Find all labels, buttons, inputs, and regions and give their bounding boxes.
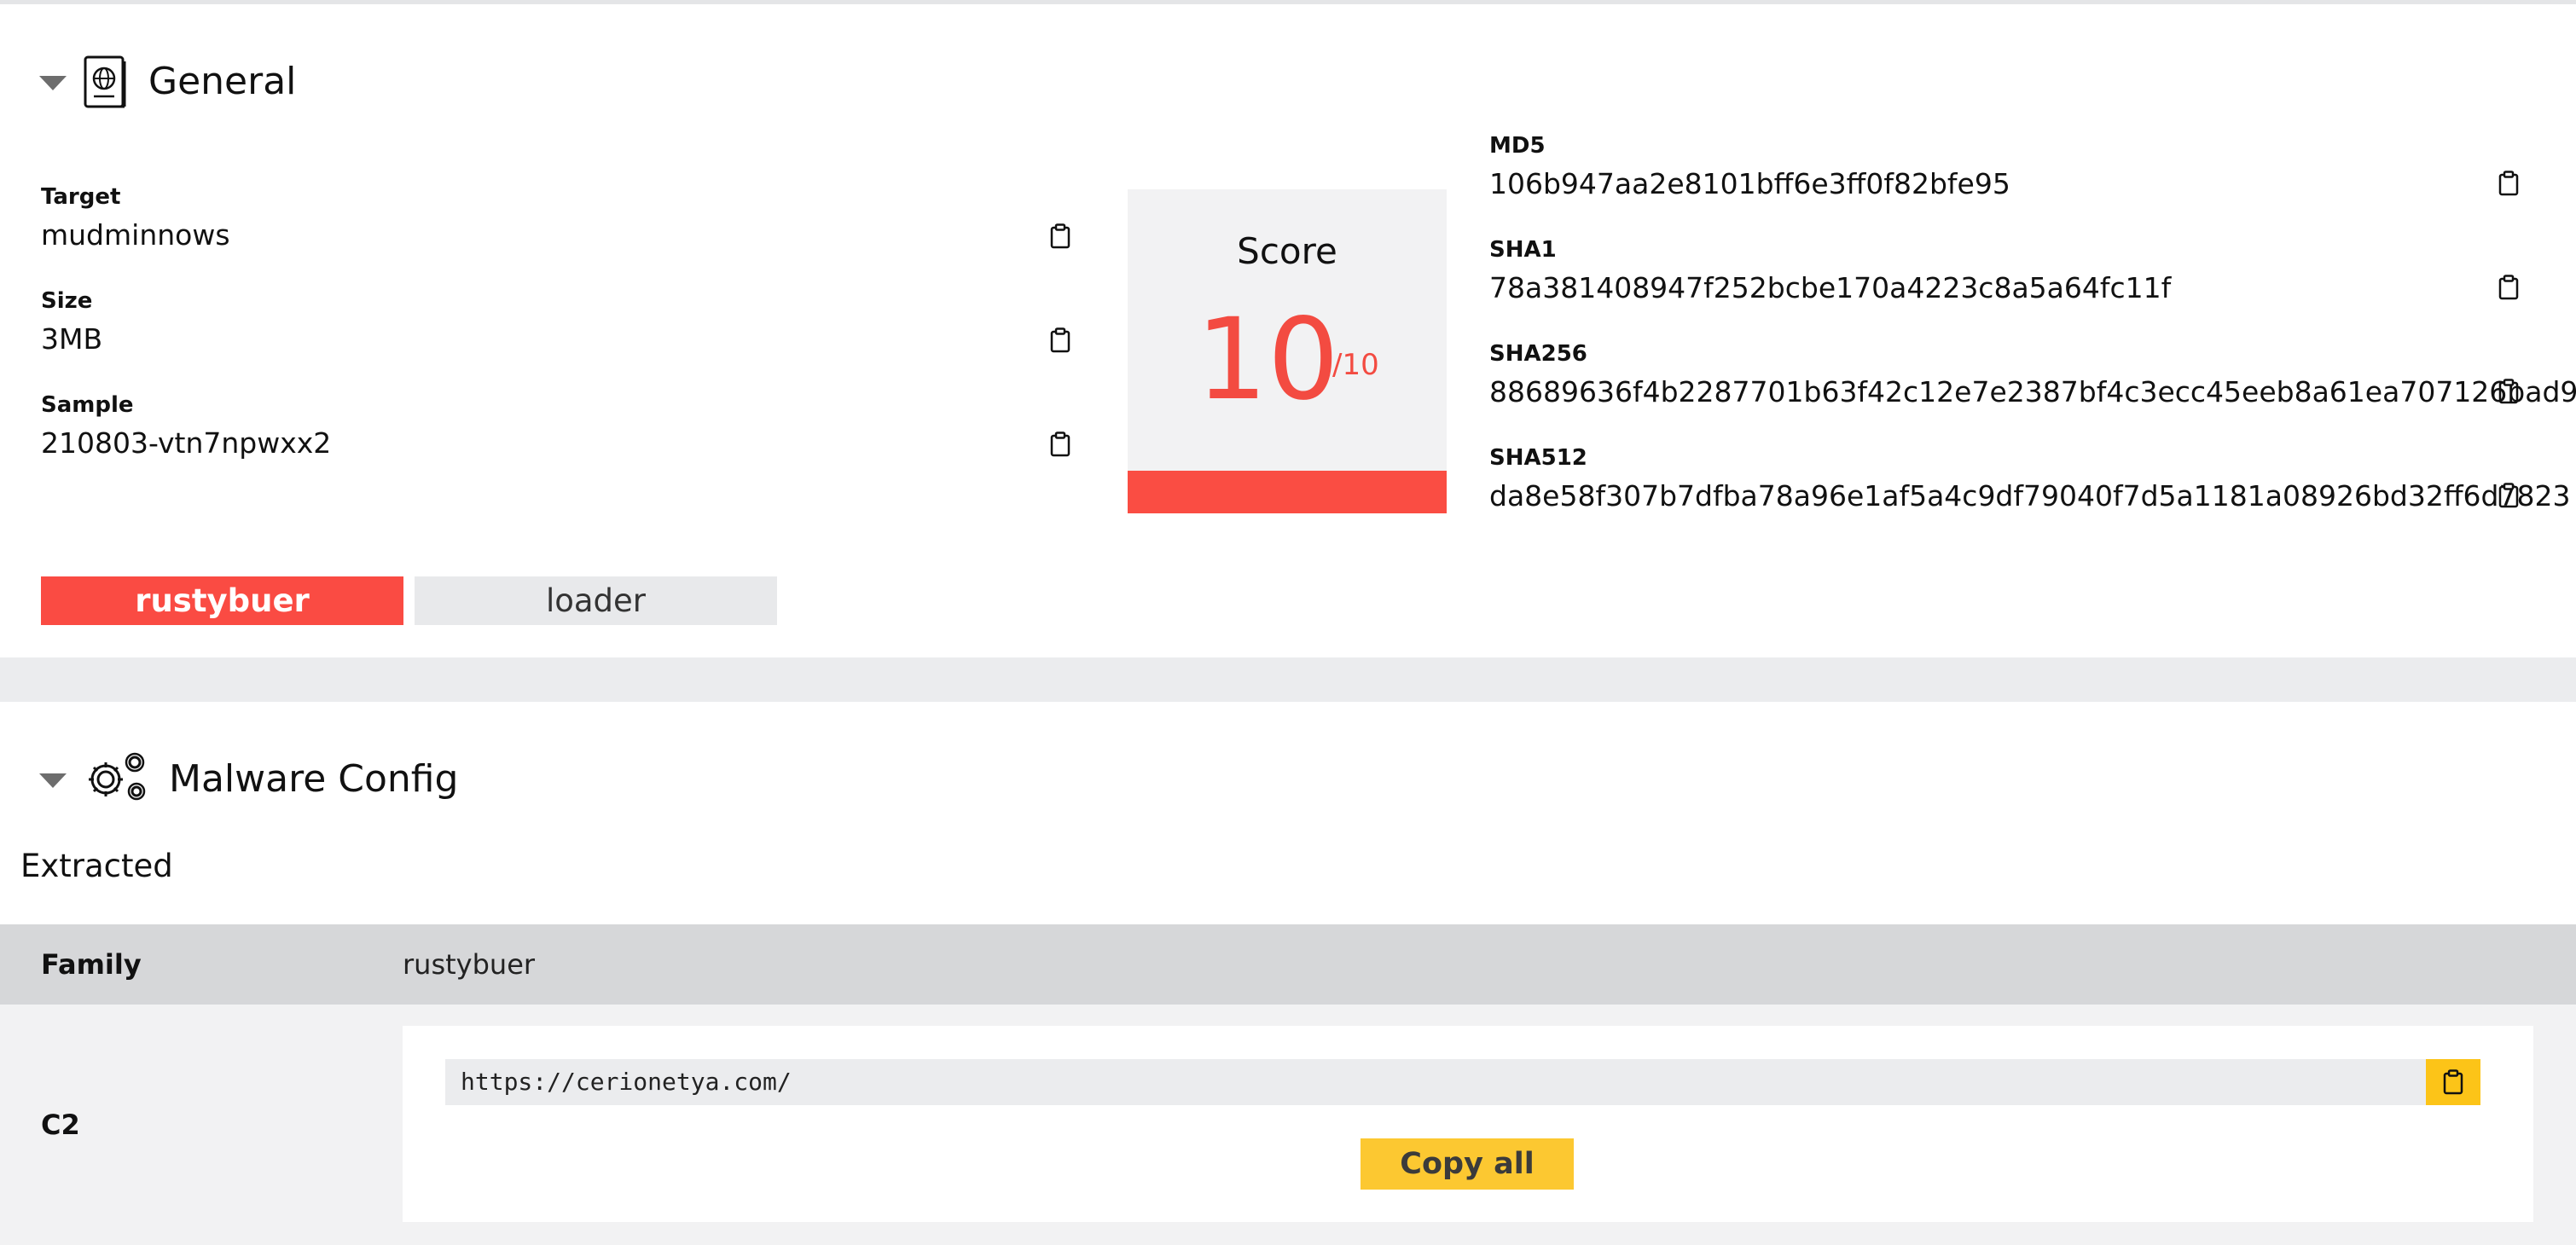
md5-value: 106b947aa2e8101bff6e3ff0f82bfe95 bbox=[1489, 167, 2010, 200]
target-value: mudminnows bbox=[41, 218, 230, 252]
sample-value: 210803-vtn7npwxx2 bbox=[41, 426, 332, 460]
sha1-label: SHA1 bbox=[1489, 237, 1557, 263]
passport-globe-icon bbox=[82, 55, 128, 111]
tag-rustybuer[interactable]: rustybuer bbox=[41, 576, 403, 625]
md5-label: MD5 bbox=[1489, 133, 1546, 159]
sample-label: Sample bbox=[41, 392, 134, 418]
collapse-general-caret-icon[interactable] bbox=[39, 76, 67, 90]
c2-url-value[interactable]: https://cerionetya.com/ bbox=[461, 1068, 792, 1096]
score-max: /10 bbox=[1332, 348, 1379, 382]
score-level-bar bbox=[1128, 471, 1447, 513]
section-title-malware-config: Malware Config bbox=[169, 757, 459, 801]
copy-sha1-clipboard-icon[interactable] bbox=[2498, 275, 2519, 300]
copy-sha256-clipboard-icon[interactable] bbox=[2498, 379, 2519, 404]
copy-md5-clipboard-icon[interactable] bbox=[2498, 171, 2519, 196]
copy-c2-button[interactable] bbox=[2426, 1059, 2480, 1105]
score-box: Score 10 /10 bbox=[1128, 189, 1447, 471]
sha1-value: 78a381408947f252bcbe170a4223c8a5a64fc11f bbox=[1489, 271, 2172, 304]
config-row-family: Family rustybuer bbox=[0, 924, 2576, 1005]
size-label: Size bbox=[41, 288, 93, 314]
sha256-value: 88689636f4b2287701b63f42c12e7e2387bf4c3e… bbox=[1489, 375, 2576, 408]
collapse-malware-config-caret-icon[interactable] bbox=[39, 773, 67, 788]
family-label: Family bbox=[41, 948, 142, 981]
extracted-heading: Extracted bbox=[20, 848, 173, 884]
copy-sha512-clipboard-icon[interactable] bbox=[2498, 483, 2519, 508]
sha256-label: SHA256 bbox=[1489, 341, 1587, 367]
copy-target-clipboard-icon[interactable] bbox=[1050, 223, 1070, 249]
copy-size-clipboard-icon[interactable] bbox=[1050, 327, 1070, 353]
clipboard-icon bbox=[2443, 1069, 2463, 1095]
copy-sample-clipboard-icon[interactable] bbox=[1050, 431, 1070, 457]
section-separator bbox=[0, 657, 2576, 702]
c2-label: C2 bbox=[41, 1109, 80, 1141]
target-label: Target bbox=[41, 184, 121, 210]
copy-all-button[interactable]: Copy all bbox=[1361, 1138, 1574, 1190]
sha512-label: SHA512 bbox=[1489, 445, 1587, 471]
score-value: 10 bbox=[1196, 294, 1339, 426]
gears-icon bbox=[82, 750, 148, 805]
tag-loader[interactable]: loader bbox=[415, 576, 777, 625]
sha512-value: da8e58f307b7dfba78a96e1af5a4c9df79040f7d… bbox=[1489, 479, 2571, 512]
family-value: rustybuer bbox=[403, 948, 536, 981]
size-value: 3MB bbox=[41, 322, 103, 356]
score-title: Score bbox=[1237, 230, 1337, 272]
section-title-general: General bbox=[148, 60, 297, 103]
c2-panel bbox=[403, 1026, 2533, 1222]
